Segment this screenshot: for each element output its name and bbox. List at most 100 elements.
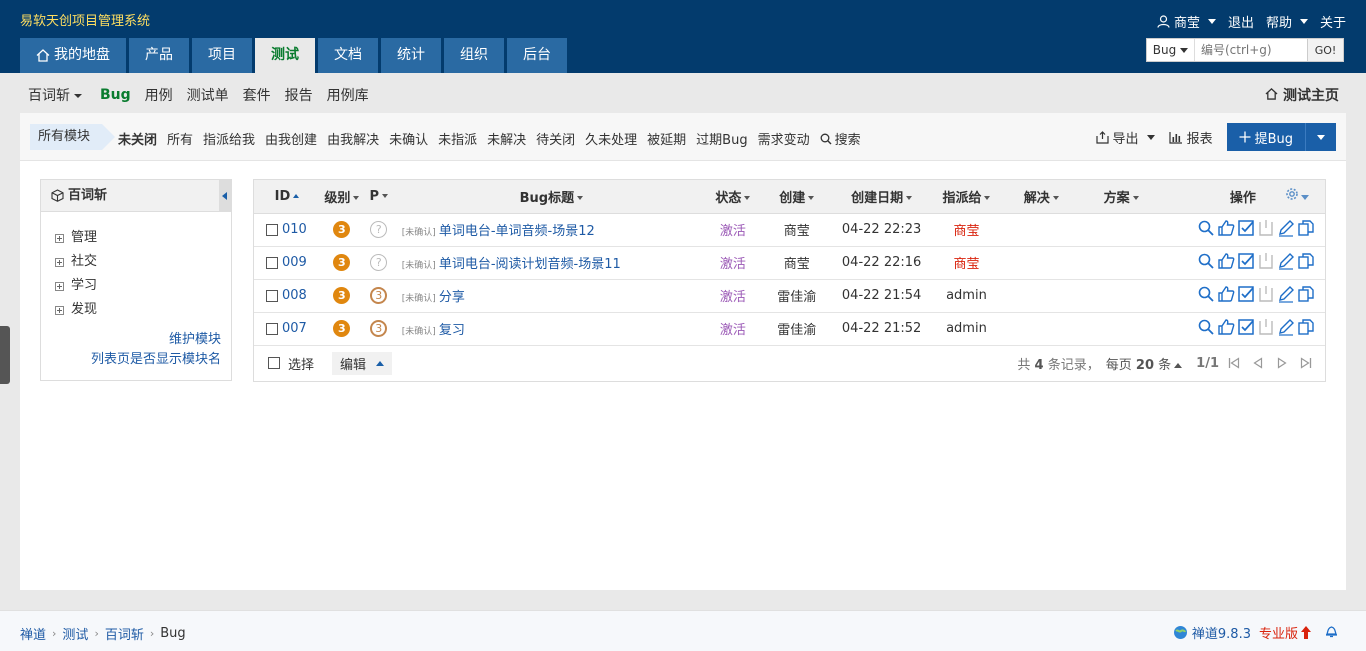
chevron-up-icon[interactable] <box>376 360 385 366</box>
table-row[interactable]: 008 3 3 [未确认] 分享 激活 雷佳渝 04-22 21:54 admin <box>254 279 1325 313</box>
product-switcher[interactable]: 百词斩 <box>28 85 82 105</box>
maintain-module-link[interactable]: 维护模块 <box>91 330 221 350</box>
filter-opened-by-me[interactable]: 由我创建 <box>265 129 317 148</box>
col-priority[interactable]: P <box>363 180 394 214</box>
thumbs-up-icon[interactable] <box>1217 252 1235 270</box>
add-bug-dropdown[interactable] <box>1306 123 1336 151</box>
breadcrumb-home[interactable]: 禅道 <box>20 624 46 643</box>
confirm-search-icon[interactable] <box>1197 252 1215 270</box>
expand-icon[interactable] <box>55 281 64 291</box>
row-checkbox[interactable] <box>266 289 278 302</box>
sub-nav-caselib[interactable]: 用例库 <box>327 85 369 105</box>
first-page-button[interactable] <box>1225 354 1243 372</box>
row-checkbox[interactable] <box>266 322 278 335</box>
side-drawer-handle[interactable] <box>0 326 10 384</box>
copy-icon[interactable] <box>1297 318 1315 336</box>
copy-icon[interactable] <box>1297 252 1315 270</box>
edit-pencil-icon[interactable] <box>1277 219 1295 237</box>
version-link[interactable]: 禅道9.8.3 <box>1173 623 1251 642</box>
filter-unassigned[interactable]: 未指派 <box>438 129 477 148</box>
filter-unclosed[interactable]: 未关闭 <box>118 129 157 148</box>
column-settings[interactable] <box>1269 180 1325 214</box>
last-page-button[interactable] <box>1297 354 1315 372</box>
module-item[interactable]: 学习 <box>55 274 231 298</box>
thumbs-up-icon[interactable] <box>1217 285 1235 303</box>
per-page-select[interactable]: 每页 20 条 <box>1106 354 1183 373</box>
nav-tab-product[interactable]: 产品 <box>129 38 189 73</box>
resolve-check-icon[interactable] <box>1237 285 1255 303</box>
assigned-cell[interactable]: 商莹 <box>926 246 1007 280</box>
show-module-name-link[interactable]: 列表页是否显示模块名 <box>91 350 221 370</box>
select-all-checkbox[interactable]: 选择 <box>264 354 318 373</box>
add-bug-button[interactable]: 提Bug <box>1227 123 1306 151</box>
nav-tab-project[interactable]: 项目 <box>192 38 252 73</box>
expand-icon[interactable] <box>55 257 64 267</box>
edition-link[interactable]: 专业版 <box>1259 623 1311 642</box>
about-link[interactable]: 关于 <box>1320 12 1346 31</box>
search-type-select[interactable]: Bug <box>1147 39 1195 61</box>
col-resolver[interactable]: 解决 <box>1006 180 1077 214</box>
nav-tab-my[interactable]: 我的地盘 <box>20 38 126 73</box>
filter-assigned-to-me[interactable]: 指派给我 <box>203 129 255 148</box>
assigned-cell[interactable]: 商莹 <box>926 213 1007 247</box>
breadcrumb-test[interactable]: 测试 <box>62 624 88 643</box>
search-toggle[interactable]: 搜索 <box>820 129 861 148</box>
nav-tab-admin[interactable]: 后台 <box>507 38 567 73</box>
filter-long-lasting[interactable]: 久未处理 <box>585 129 637 148</box>
table-row[interactable]: 007 3 3 [未确认] 复习 激活 雷佳渝 04-22 21:52 admin <box>254 312 1325 346</box>
module-item[interactable]: 管理 <box>55 226 231 250</box>
resolve-check-icon[interactable] <box>1237 252 1255 270</box>
col-creator[interactable]: 创建 <box>756 180 837 214</box>
notification-bell[interactable] <box>1325 624 1338 642</box>
checkbox[interactable] <box>268 357 280 369</box>
search-go-button[interactable]: GO! <box>1307 39 1343 61</box>
thumbs-up-icon[interactable] <box>1217 219 1235 237</box>
col-id[interactable]: ID <box>254 180 320 214</box>
assigned-cell[interactable]: admin <box>926 279 1007 313</box>
search-input[interactable] <box>1195 39 1307 61</box>
nav-tab-stat[interactable]: 统计 <box>381 38 441 73</box>
report-button[interactable]: 报表 <box>1168 128 1213 147</box>
sub-nav-suite[interactable]: 套件 <box>243 85 271 105</box>
nav-tab-doc[interactable]: 文档 <box>318 38 378 73</box>
sub-nav-case[interactable]: 用例 <box>145 85 173 105</box>
col-resolution[interactable]: 方案 <box>1076 180 1166 214</box>
nav-tab-test[interactable]: 测试 <box>255 38 315 73</box>
filter-to-close[interactable]: 待关闭 <box>536 129 575 148</box>
prev-page-button[interactable] <box>1249 354 1267 372</box>
row-checkbox[interactable] <box>266 223 278 236</box>
confirm-search-icon[interactable] <box>1197 285 1215 303</box>
edit-pencil-icon[interactable] <box>1277 318 1295 336</box>
bug-id-link[interactable]: 009 <box>282 255 307 270</box>
nav-tab-org[interactable]: 组织 <box>444 38 504 73</box>
sub-nav-report[interactable]: 报告 <box>285 85 313 105</box>
help-menu[interactable]: 帮助 <box>1266 12 1308 31</box>
edit-pencil-icon[interactable] <box>1277 252 1295 270</box>
col-created-date[interactable]: 创建日期 <box>836 180 927 214</box>
logout-link[interactable]: 退出 <box>1228 12 1254 31</box>
next-page-button[interactable] <box>1273 354 1291 372</box>
table-row[interactable]: 010 3 ? [未确认] 单词电台-单词音频-场景12 激活 商莹 04-22 … <box>254 213 1325 247</box>
copy-icon[interactable] <box>1297 285 1315 303</box>
filter-postponed[interactable]: 被延期 <box>647 129 686 148</box>
confirm-search-icon[interactable] <box>1197 219 1215 237</box>
resolve-check-icon[interactable] <box>1237 318 1255 336</box>
confirm-search-icon[interactable] <box>1197 318 1215 336</box>
user-menu[interactable]: 商莹 <box>1157 12 1216 31</box>
col-assigned[interactable]: 指派给 <box>926 180 1007 214</box>
bug-id-link[interactable]: 007 <box>282 321 307 336</box>
filter-overdue[interactable]: 过期Bug <box>696 129 747 148</box>
col-severity[interactable]: 级别 <box>319 180 364 214</box>
bug-id-link[interactable]: 010 <box>282 222 307 237</box>
bug-title-link[interactable]: 分享 <box>439 290 465 305</box>
breadcrumb-product[interactable]: 百词斩 <box>105 624 144 643</box>
bug-title-link[interactable]: 单词电台-单词音频-场景12 <box>439 224 595 239</box>
resolve-check-icon[interactable] <box>1237 219 1255 237</box>
assigned-cell[interactable]: admin <box>926 312 1007 346</box>
sub-nav-bug[interactable]: Bug <box>100 87 131 103</box>
filter-unresolved[interactable]: 未解决 <box>487 129 526 148</box>
thumbs-up-icon[interactable] <box>1217 318 1235 336</box>
expand-icon[interactable] <box>55 233 64 243</box>
batch-edit-button[interactable]: 编辑 <box>332 351 393 375</box>
row-checkbox[interactable] <box>266 256 278 269</box>
